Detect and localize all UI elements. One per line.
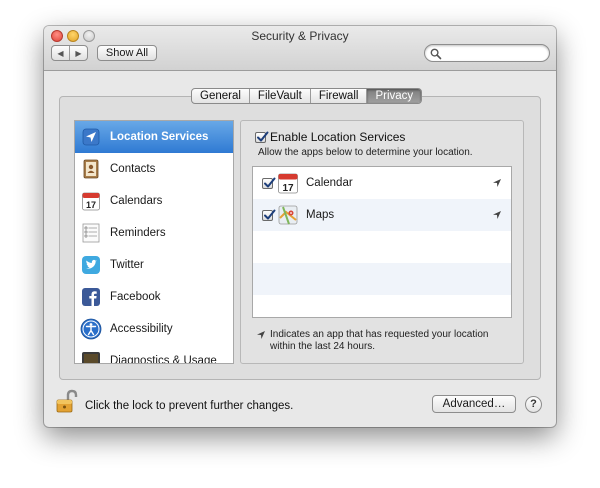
reminders-icon [80,222,102,244]
sidebar-item-label: Contacts [110,163,156,175]
advanced-button[interactable]: Advanced… [432,395,516,413]
sidebar-item-reminders[interactable]: Reminders [75,217,233,249]
sidebar-item-label: Location Services [110,131,209,143]
tab-general[interactable]: General [192,89,249,103]
svg-text:17: 17 [86,200,96,210]
empty-list-row [253,263,511,295]
sidebar-item-diagnostics[interactable]: Diagnostics & Usage [75,345,233,364]
back-button[interactable]: ◀ [52,46,69,60]
checkmark-icon [264,209,276,219]
app-name: Calendar [306,177,353,189]
search-icon [430,48,442,60]
svg-text:17: 17 [282,183,294,194]
location-legend-text: Indicates an app that has requested your… [270,329,489,352]
enable-location-services-row: Enable Location Services [255,130,405,144]
maps-app-icon [277,204,299,226]
location-arrow-icon [80,126,102,148]
facebook-icon [80,286,102,308]
sidebar-item-label: Facebook [110,291,161,303]
enable-location-services-checkbox[interactable] [255,131,269,143]
tab-privacy[interactable]: Privacy [366,89,422,103]
lock-status-text: Click the lock to prevent further change… [85,400,294,412]
location-apps-list[interactable]: 17 Calendar Maps [252,166,512,318]
enable-location-services-label: Enable Location Services [270,130,406,144]
location-arrow-legend-icon [257,331,265,339]
contacts-icon [80,158,102,180]
sidebar-item-calendars[interactable]: 17 Calendars [75,185,233,217]
unlocked-padlock-icon[interactable] [54,389,80,415]
app-name: Maps [306,209,335,221]
recent-location-arrow-icon [493,179,501,187]
help-button[interactable]: ? [525,396,542,413]
title-bar: Security & Privacy ◀ ▶ Show All [44,26,556,71]
tab-filevault[interactable]: FileVault [248,89,310,103]
preferences-window: Security & Privacy ◀ ▶ Show All General … [44,26,556,427]
forward-button[interactable]: ▶ [69,46,87,60]
app-checkbox-calendar[interactable] [262,177,276,189]
sidebar-item-location-services[interactable]: Location Services [75,121,233,153]
sidebar-item-label: Diagnostics & Usage [110,355,217,364]
app-checkbox-maps[interactable] [262,209,276,221]
checkmark-icon [264,177,276,187]
app-row-calendar[interactable]: 17 Calendar [253,167,511,199]
privacy-category-list[interactable]: Location Services Contacts 17 Calendars … [74,120,234,364]
sidebar-item-label: Accessibility [110,323,173,335]
tab-firewall[interactable]: Firewall [309,89,367,103]
sidebar-item-contacts[interactable]: Contacts [75,153,233,185]
diagnostics-icon [80,350,102,363]
calendar-icon: 17 [80,190,102,212]
sidebar-item-accessibility[interactable]: Accessibility [75,313,233,345]
sidebar-item-label: Calendars [110,195,163,207]
location-description: Allow the apps below to determine your l… [258,147,473,158]
twitter-icon [80,254,102,276]
search-field[interactable] [424,44,550,62]
recent-location-arrow-icon [493,211,501,219]
calendar-app-icon: 17 [277,172,299,194]
window-title: Security & Privacy [251,29,349,43]
sidebar-item-label: Twitter [110,259,144,271]
app-row-maps[interactable]: Maps [253,199,511,231]
preference-tabs: General FileVault Firewall Privacy [191,88,423,104]
back-forward-group: ◀ ▶ [51,45,88,61]
sidebar-item-twitter[interactable]: Twitter [75,249,233,281]
show-all-button[interactable]: Show All [97,45,157,61]
checkmark-icon [257,131,269,141]
accessibility-icon [80,318,102,340]
sidebar-item-facebook[interactable]: Facebook [75,281,233,313]
sidebar-item-label: Reminders [110,227,166,239]
